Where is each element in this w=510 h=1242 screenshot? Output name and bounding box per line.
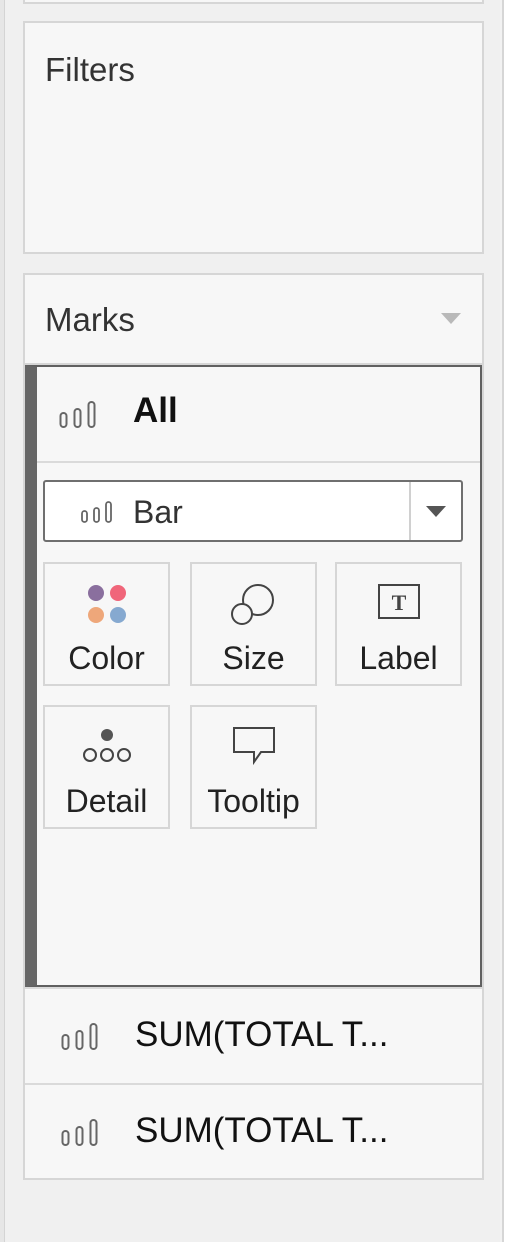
mark-type-dropdown[interactable]: Bar (43, 480, 463, 542)
dropdown-divider (409, 482, 411, 540)
size-button[interactable]: Size (190, 562, 317, 686)
bar-chart-icon (59, 401, 96, 428)
bar-chart-icon (61, 1023, 98, 1050)
all-marks-tab[interactable]: All (37, 367, 480, 463)
filters-shelf[interactable]: Filters (23, 21, 484, 254)
detail-dots-icon (82, 729, 131, 762)
measure-label: SUM(TOTAL T... (135, 1015, 389, 1054)
tooltip-bubble-icon (232, 727, 275, 766)
marks-card: Marks All Bar Color Size T Label Detail … (23, 273, 484, 1180)
measure-marks-tab[interactable]: SUM(TOTAL T... (25, 987, 482, 1083)
all-marks-panel: All Bar Color Size T Label Detail Toolti… (25, 365, 482, 987)
tooltip-button-label: Tooltip (207, 783, 300, 819)
measure-label: SUM(TOTAL T... (135, 1111, 389, 1150)
svg-text:T: T (391, 590, 406, 615)
measure-marks-tab[interactable]: SUM(TOTAL T... (25, 1083, 482, 1179)
bar-chart-icon (81, 501, 112, 523)
marks-header: Marks (25, 275, 482, 365)
size-button-label: Size (222, 640, 285, 676)
marks-menu-caret-icon[interactable] (441, 313, 461, 324)
detail-button-label: Detail (65, 783, 148, 819)
label-button-label: Label (359, 640, 438, 676)
filters-title: Filters (45, 51, 135, 88)
all-marks-label: All (133, 391, 178, 430)
label-button[interactable]: T Label (335, 562, 462, 686)
pages-card-bottom-edge (23, 0, 484, 4)
color-button[interactable]: Color (43, 562, 170, 686)
color-button-label: Color (68, 640, 145, 676)
color-dots-icon (87, 585, 126, 623)
chevron-down-icon[interactable] (426, 506, 446, 517)
view-area-edge (502, 0, 510, 1242)
bar-chart-icon (61, 1119, 98, 1146)
size-circles-icon (230, 584, 274, 625)
tooltip-button[interactable]: Tooltip (190, 705, 317, 829)
text-label-icon: T (377, 584, 420, 619)
mark-type-value: Bar (133, 494, 183, 530)
detail-button[interactable]: Detail (43, 705, 170, 829)
marks-title: Marks (45, 301, 135, 338)
left-edge-strip (0, 0, 5, 1242)
